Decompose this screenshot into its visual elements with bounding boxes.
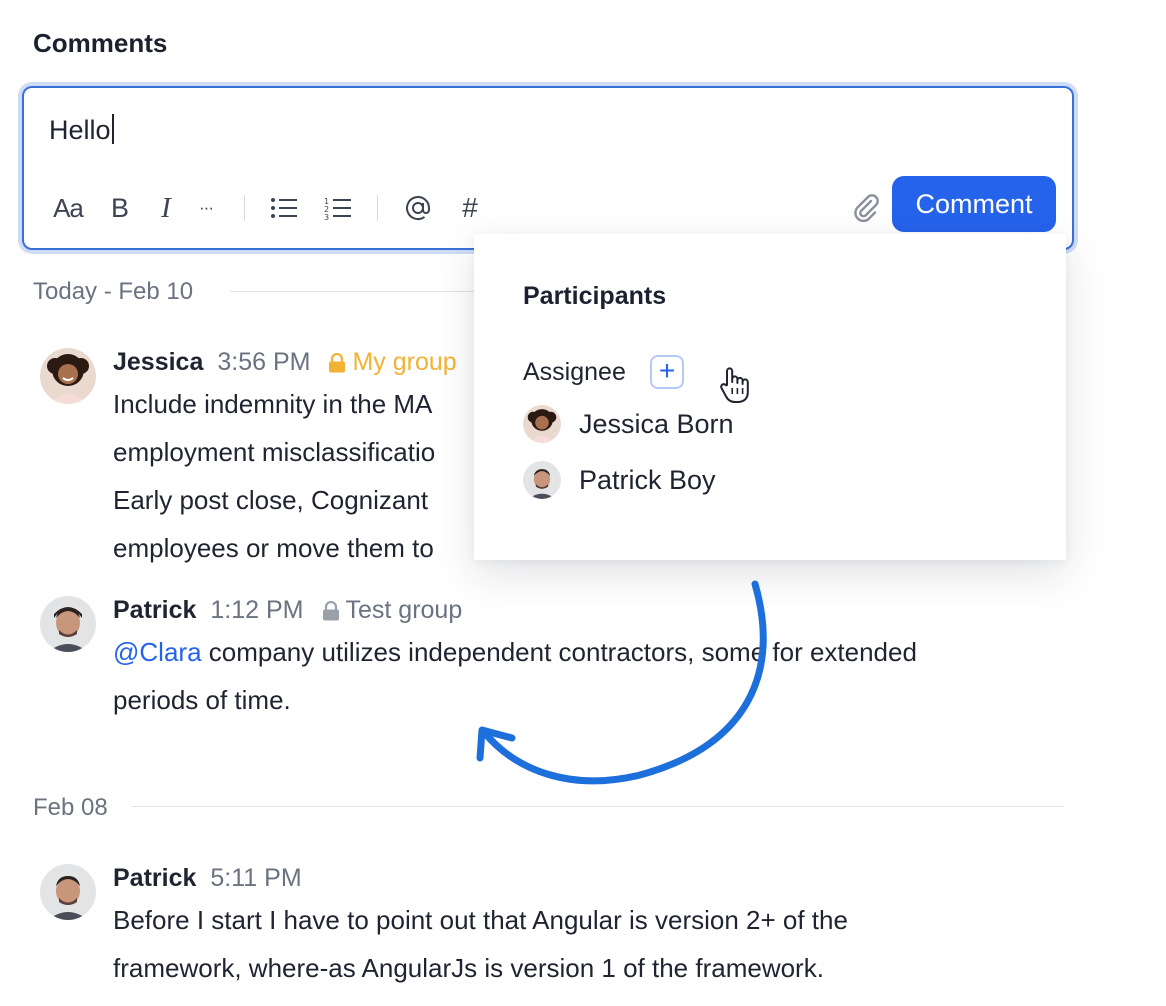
- curved-arrow-annotation-icon: [476, 580, 767, 785]
- day-divider-line: [132, 806, 1064, 807]
- numbered-list-icon: 1 2 3: [324, 197, 351, 220]
- text-caret: [111, 114, 114, 144]
- comment-line: employees or move them to: [113, 533, 434, 563]
- avatar-image: [40, 864, 96, 920]
- comment-time: 1:12 PM: [210, 596, 304, 624]
- avatar-image: [40, 596, 96, 652]
- comments-heading: Comments: [33, 28, 168, 58]
- participants-popover: Participants Assignee + Jessica Born Pat…: [474, 234, 1066, 560]
- avatar: [523, 461, 561, 499]
- avatar: [523, 405, 561, 443]
- comment-body: Include indemnity in the MA employment mi…: [113, 380, 435, 572]
- bold-icon: B: [110, 192, 129, 223]
- comment-author[interactable]: Jessica: [113, 348, 203, 376]
- attach-file-button[interactable]: [846, 188, 886, 228]
- formatting-toolbar: Aa B I ··· 1 2 3 #: [46, 188, 490, 228]
- bulleted-list-button[interactable]: [265, 188, 303, 228]
- hand-pointer-cursor-icon: [720, 367, 749, 403]
- participant-item[interactable]: Patrick Boy: [523, 460, 716, 500]
- avatar: [40, 864, 96, 920]
- day-divider-label: Feb 08: [33, 794, 108, 821]
- mention-button[interactable]: [398, 188, 438, 228]
- comment-body: Before I start I have to point out that …: [113, 896, 848, 992]
- comment-line: Early post close, Cognizant: [113, 485, 429, 515]
- comment-line: Include indemnity in the MA: [113, 389, 433, 419]
- add-assignee-button[interactable]: +: [650, 355, 684, 389]
- paperclip-icon: [854, 194, 879, 223]
- comment-author[interactable]: Patrick: [113, 596, 196, 624]
- hashtag-button[interactable]: #: [450, 188, 490, 228]
- avatar: [40, 596, 96, 652]
- user-mention[interactable]: @Clara: [113, 637, 202, 667]
- italic-button[interactable]: I: [144, 188, 188, 228]
- at-sign-icon: [406, 196, 430, 220]
- avatar-image: [523, 461, 561, 499]
- comment-visibility-group: My group: [328, 348, 457, 376]
- comment-header: Patrick 5:11 PM: [113, 864, 302, 893]
- comment-header: Jessica 3:56 PM My group: [113, 348, 457, 377]
- assignee-label: Assignee: [523, 358, 626, 386]
- comment-line: framework, where-as AngularJs is version…: [113, 953, 824, 983]
- comment-line: Before I start I have to point out that …: [113, 905, 848, 935]
- numbered-list-button[interactable]: 1 2 3: [319, 188, 357, 228]
- text-style-icon: Aa: [53, 192, 84, 223]
- comment-header: Patrick 1:12 PM Test group: [113, 596, 462, 625]
- lock-icon: [329, 353, 346, 373]
- text-style-button[interactable]: Aa: [46, 188, 90, 228]
- comment-author[interactable]: Patrick: [113, 864, 196, 892]
- bulleted-list-icon: [271, 198, 297, 218]
- comment-composer[interactable]: Hello Aa B I ··· 1 2 3 # Comment: [22, 86, 1074, 250]
- bold-button[interactable]: B: [98, 188, 142, 228]
- participant-name: Patrick Boy: [579, 464, 716, 495]
- comment-input-value[interactable]: Hello: [49, 115, 111, 145]
- avatar: [40, 348, 96, 404]
- toolbar-divider: [377, 195, 378, 221]
- more-icon: ···: [199, 198, 214, 217]
- group-name: Test group: [345, 596, 463, 624]
- avatar-image: [40, 348, 96, 404]
- comment-input[interactable]: Hello: [49, 114, 114, 146]
- participant-name: Jessica Born: [579, 408, 734, 439]
- participant-item[interactable]: Jessica Born: [523, 404, 734, 444]
- popover-title: Participants: [523, 282, 667, 310]
- comment-time: 5:11 PM: [210, 864, 302, 892]
- comment-visibility-group: Test group: [322, 596, 463, 624]
- avatar-image: [523, 405, 561, 443]
- hashtag-icon: #: [462, 192, 478, 223]
- submit-comment-button[interactable]: Comment: [892, 176, 1056, 232]
- group-name: My group: [352, 348, 457, 376]
- italic-icon: I: [161, 191, 171, 224]
- more-formatting-button[interactable]: ···: [188, 188, 224, 228]
- comment-line: employment misclassificatio: [113, 437, 436, 467]
- day-divider-label: Today - Feb 10: [33, 278, 194, 305]
- svg-text:3: 3: [324, 213, 329, 220]
- comment-time: 3:56 PM: [217, 348, 311, 376]
- lock-icon: [322, 601, 339, 621]
- toolbar-divider: [244, 195, 245, 221]
